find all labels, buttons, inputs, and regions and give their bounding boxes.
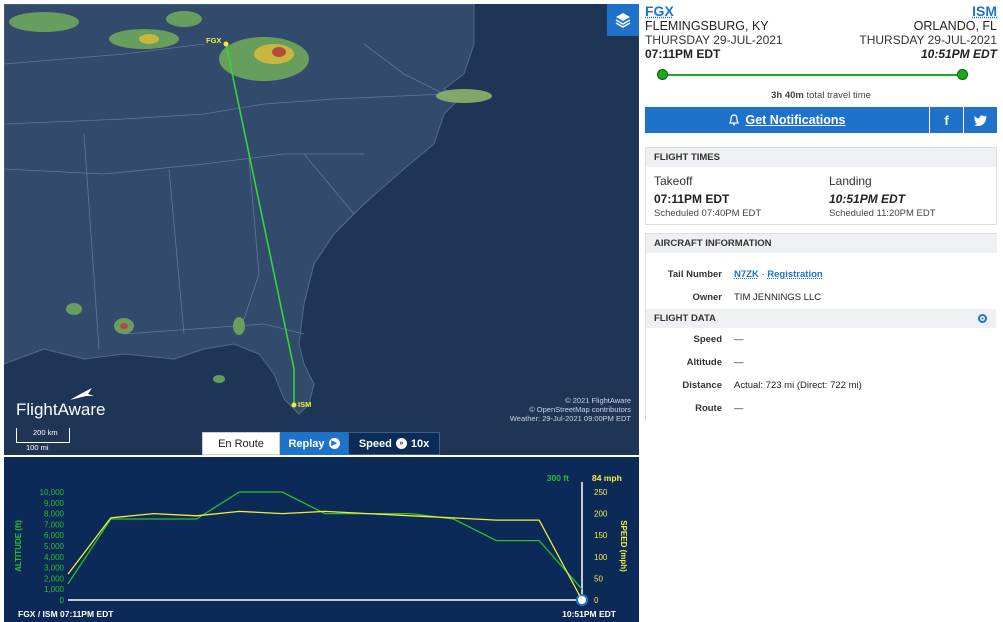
twitter-button[interactable] — [964, 107, 997, 133]
map-canvas: FGX ISM — [4, 4, 639, 455]
flight-data-header: FLIGHT DATA — [646, 309, 996, 328]
altitude-tick-label: 7,000 — [44, 520, 65, 529]
aircraft-header: AIRCRAFT INFORMATION — [646, 234, 997, 253]
altitude-tick-label: 8,000 — [44, 510, 65, 519]
tab-speed[interactable]: Speed» 10x — [348, 432, 440, 455]
registration-link[interactable]: Registration — [767, 269, 822, 280]
altitude-tick-label: 4,000 — [44, 553, 65, 562]
altitude-series-line — [67, 491, 583, 590]
tab-replay[interactable]: Replay ▶ — [280, 432, 348, 455]
altitude-tick-label: 10,000 — [40, 488, 65, 497]
origin-date: THURSDAY 29-JUL-2021 — [645, 33, 783, 47]
dest-map-label: ISM — [298, 400, 311, 409]
altitude-tick-label: 0 — [60, 596, 65, 605]
facebook-icon: f — [944, 112, 949, 128]
origin-block: FGX FLEMINGSBURG, KY THURSDAY 29-JUL-202… — [645, 3, 783, 61]
flight-times-panel: FLIGHT TIMES Takeoff 07:11PM EDT Schedul… — [645, 147, 997, 225]
speed-axis-title: SPEED (mph) — [619, 520, 628, 572]
current-speed: 84 mph — [592, 473, 622, 483]
altitude-tick-label: 9,000 — [44, 499, 65, 508]
plane-icon — [70, 388, 94, 400]
landing-block: Landing 10:51PM EDT Scheduled 11:20PM ED… — [829, 174, 936, 219]
altitude-axis-title: ALTITUDE (ft) — [14, 520, 23, 572]
speed-tick-label: 100 — [594, 553, 608, 562]
map-scale: 200 km 100 mi — [16, 428, 70, 452]
speed-tick-label: 200 — [594, 510, 608, 519]
aircraft-panel: AIRCRAFT INFORMATION Tail Number N7ZK · … — [645, 233, 997, 420]
dest-dot — [957, 69, 968, 80]
takeoff-block: Takeoff 07:11PM EDT Scheduled 07:40PM ED… — [654, 174, 762, 219]
origin-dot — [657, 69, 668, 80]
speed-series-line — [67, 510, 583, 601]
altitude-tick-label: 5,000 — [44, 542, 65, 551]
altitude-tick-label: 2,000 — [44, 574, 65, 583]
origin-time: 07:11PM EDT — [645, 47, 721, 61]
facebook-button[interactable]: f — [930, 107, 963, 133]
get-notifications-button[interactable]: Get Notifications — [645, 107, 929, 133]
graph-end-label: 10:51PM EDT — [562, 609, 617, 619]
speed-tick-label: 250 — [594, 488, 608, 497]
bell-icon — [729, 114, 740, 126]
speed-tick-label: 50 — [594, 574, 603, 583]
dest-date: THURSDAY 29-JUL-2021 — [859, 33, 997, 47]
speed-tick-label: 0 — [594, 596, 599, 605]
settings-gear-icon[interactable] — [977, 313, 988, 324]
dest-code-link[interactable]: ISM — [859, 3, 997, 19]
current-altitude: 300 ft — [547, 473, 569, 483]
dest-time: 10:51PM EDT — [920, 47, 997, 61]
map-layers-button[interactable] — [607, 4, 639, 36]
tab-en-route[interactable]: En Route — [202, 432, 280, 455]
map-tabs: En Route Replay ▶ Speed» 10x — [202, 432, 440, 455]
dest-block: ISM ORLANDO, FL THURSDAY 29-JUL-2021 10:… — [859, 3, 997, 61]
progress-line — [661, 74, 961, 76]
map-attribution: © 2021 FlightAware © OpenStreetMap contr… — [509, 396, 631, 423]
dest-city: ORLANDO, FL — [913, 19, 997, 33]
travel-time: 3h 40m total travel time — [771, 90, 871, 101]
play-icon: ▶ — [328, 438, 340, 449]
flight-times-header: FLIGHT TIMES — [646, 148, 996, 167]
altitude-tick-label: 6,000 — [44, 531, 65, 540]
graph-canvas: 10,000 9,000 8,0007,000 6,000 5,000 4,000 3,00… — [14, 473, 628, 619]
layers-icon — [615, 13, 631, 28]
origin-code-link[interactable]: FGX — [645, 3, 783, 19]
origin-city: FLEMINGSBURG, KY — [645, 19, 769, 33]
graph-start-label: FGX / ISM 07:11PM EDT — [18, 609, 114, 619]
altitude-tick-label: 3,000 — [44, 564, 65, 573]
speed-tick-label: 150 — [594, 531, 608, 540]
twitter-icon — [974, 115, 987, 126]
flight-map[interactable]: FGX ISM FlightAware © 2021 FlightAware ©… — [4, 4, 639, 455]
altitude-tick-label: 1,000 — [44, 585, 65, 594]
tail-number-link[interactable]: N7ZK — [734, 269, 759, 280]
flightaware-logo: FlightAware — [16, 388, 105, 420]
fast-forward-icon: » — [395, 438, 407, 449]
altitude-speed-graph[interactable]: 10,000 9,000 8,000 7,000 6,000 5,000 4,000 3,00… — [4, 457, 639, 622]
notify-bar: Get Notifications f — [645, 107, 997, 133]
origin-map-label: FGX — [206, 36, 221, 45]
